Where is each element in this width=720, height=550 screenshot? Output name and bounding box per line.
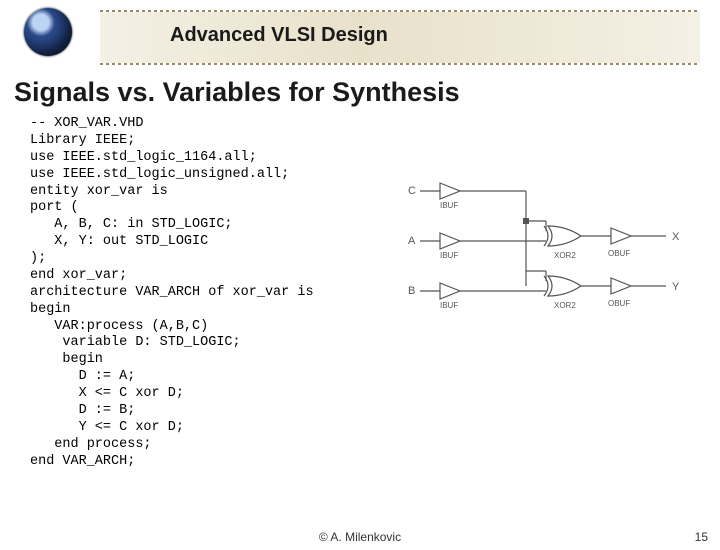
footer-copyright: © A. Milenkovic [0, 530, 720, 544]
gate-label-obuf-x: OBUF [608, 249, 630, 258]
signal-label-a: A [408, 235, 416, 247]
header-bar: Advanced VLSI Design [20, 10, 700, 65]
slide-content: -- XOR_VAR.VHD Library IEEE; use IEEE.st… [30, 116, 700, 470]
gate-label-ibuf-c: IBUF [440, 201, 458, 210]
slide-title: Signals vs. Variables for Synthesis [14, 77, 706, 108]
gate-label-ibuf-a: IBUF [440, 251, 458, 260]
schematic-diagram: C IBUF A IBUF B IBUF XOR2 XOR2 [406, 176, 706, 346]
gate-label-ibuf-b: IBUF [440, 301, 458, 310]
page-number: 15 [695, 530, 708, 544]
signal-label-c: C [408, 185, 416, 197]
signal-label-b: B [408, 285, 415, 297]
gate-label-xor1: XOR2 [554, 251, 576, 260]
gate-label-xor2: XOR2 [554, 301, 576, 310]
globe-icon [24, 8, 72, 56]
header-rule-top [100, 10, 700, 12]
signal-label-x: X [672, 231, 680, 243]
course-title: Advanced VLSI Design [170, 24, 388, 47]
header-rule-bottom [100, 63, 700, 65]
gate-label-obuf-y: OBUF [608, 299, 630, 308]
signal-label-y: Y [672, 281, 680, 293]
